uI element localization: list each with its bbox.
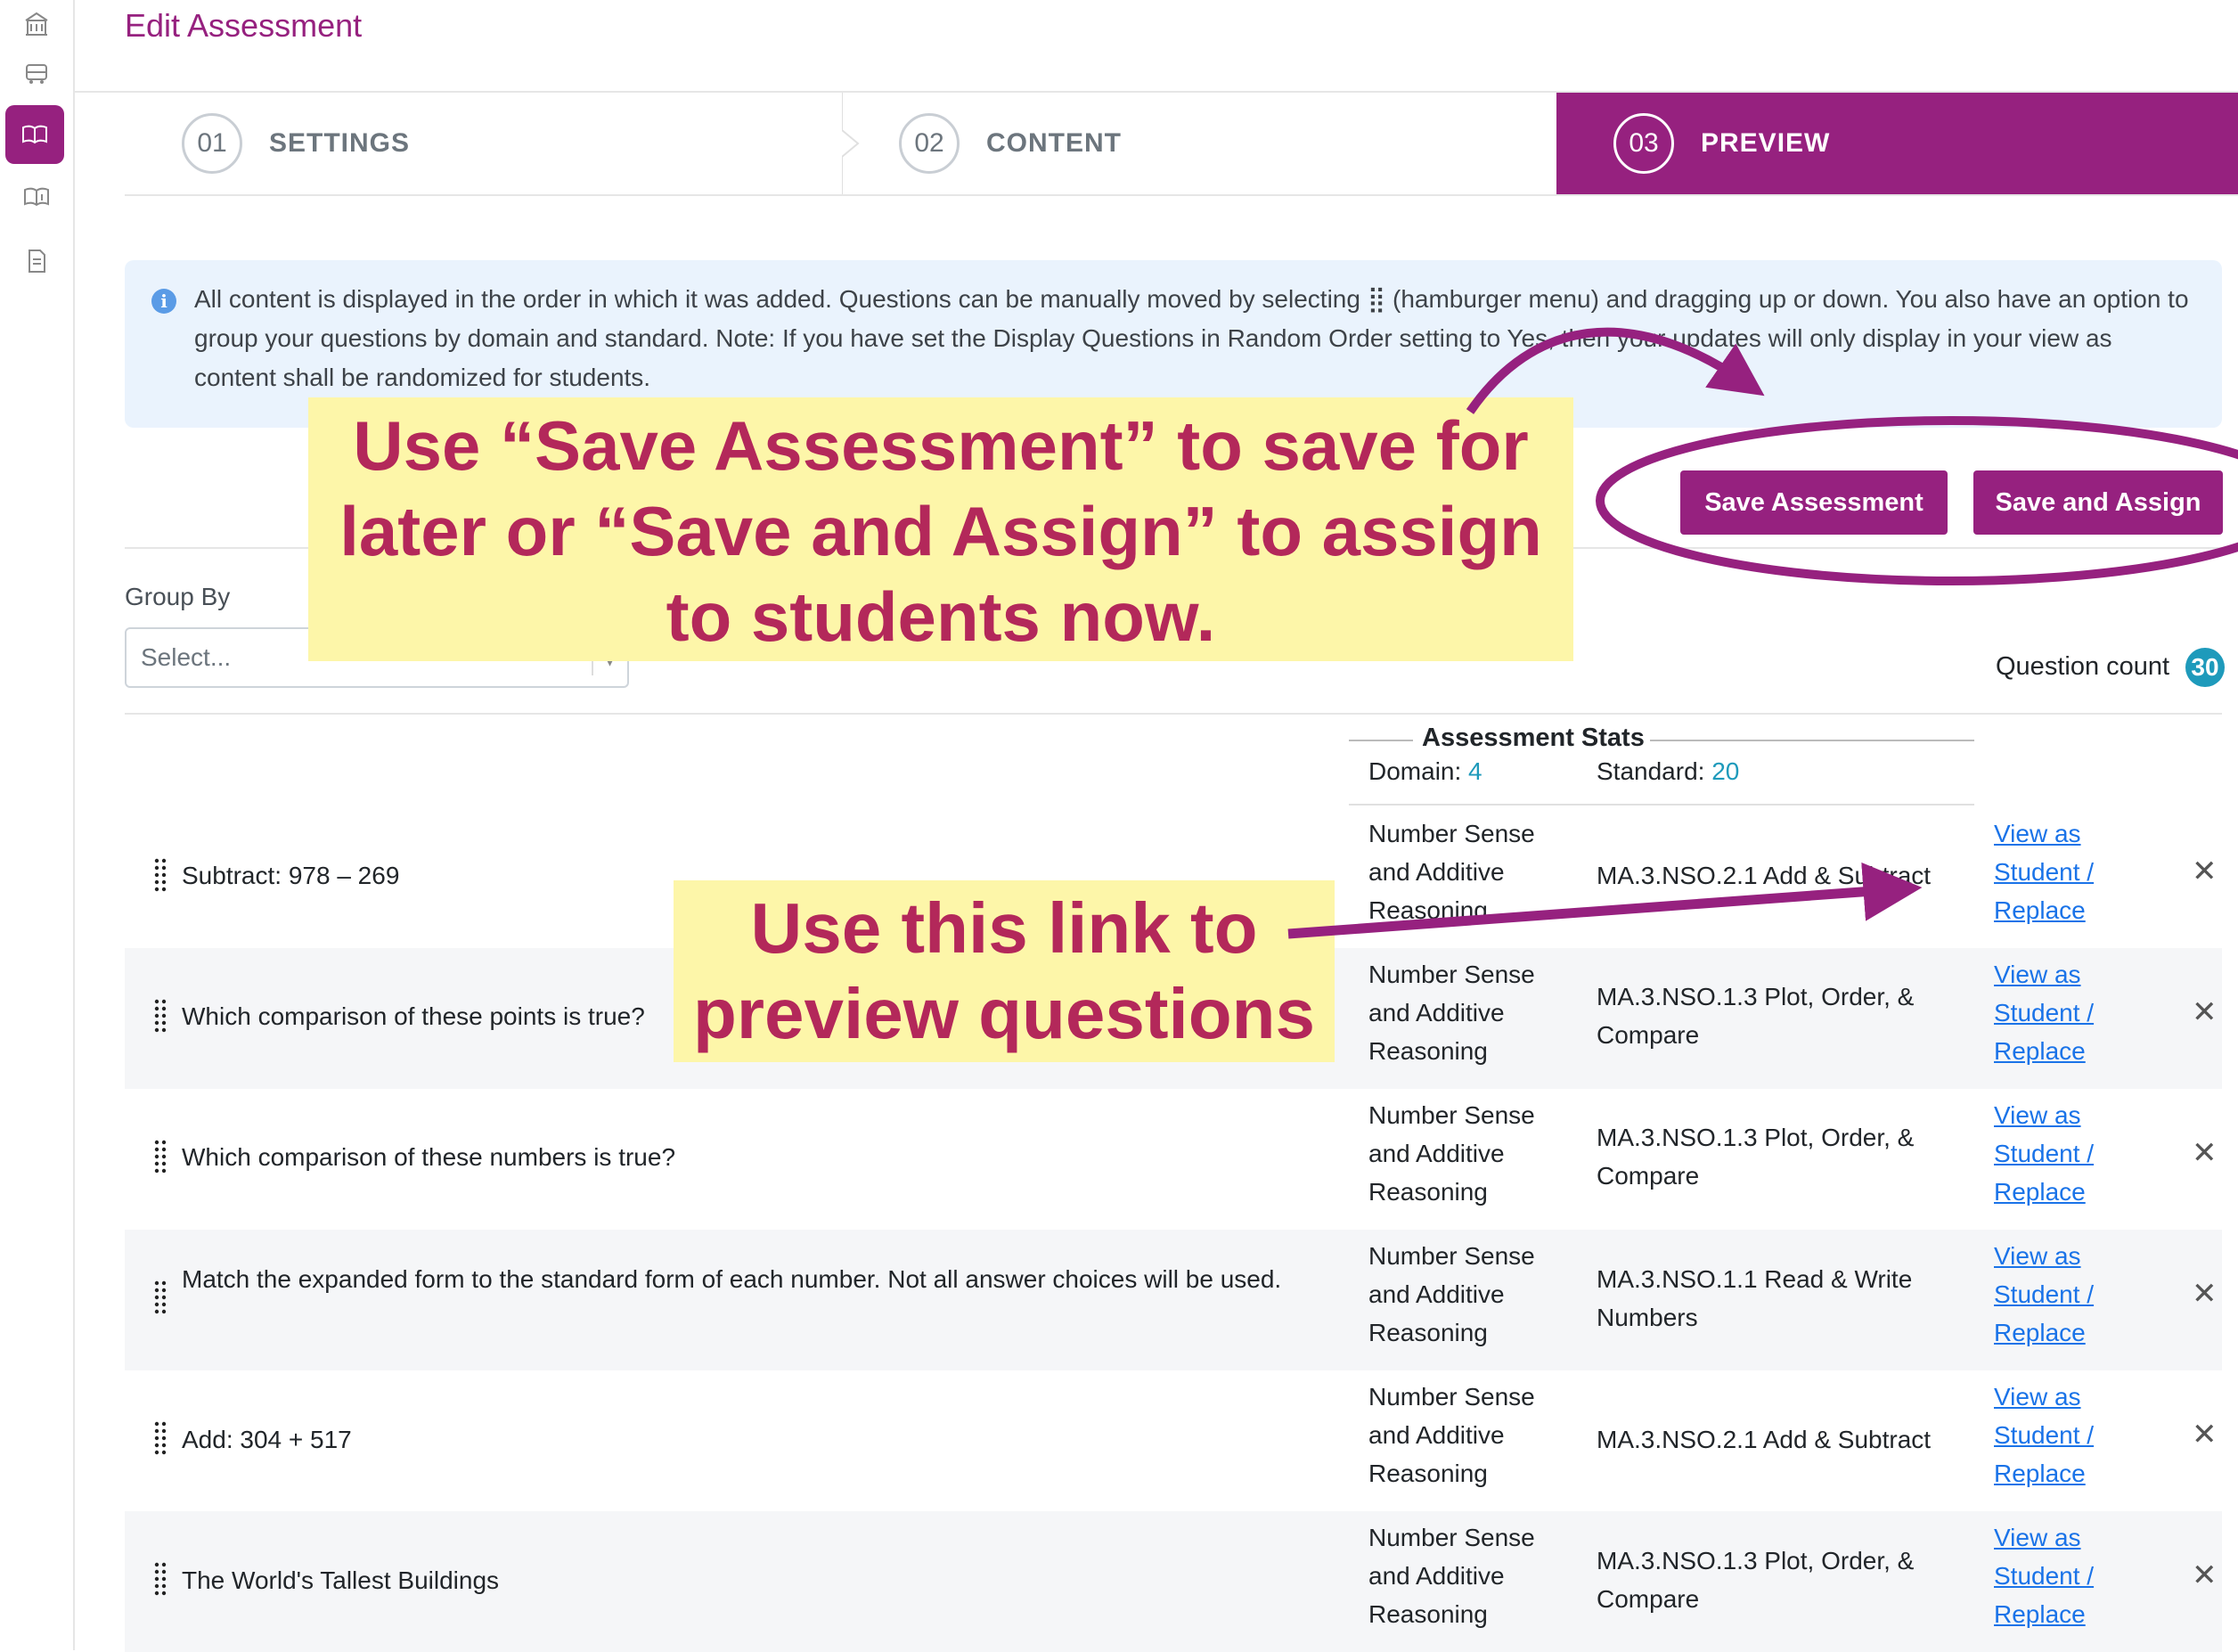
arrow-to-link [1287,862,1923,939]
annotation-arrows [1287,327,2238,939]
arrow-to-buttons [1466,327,1765,414]
highlight-ellipse [1596,416,2238,585]
